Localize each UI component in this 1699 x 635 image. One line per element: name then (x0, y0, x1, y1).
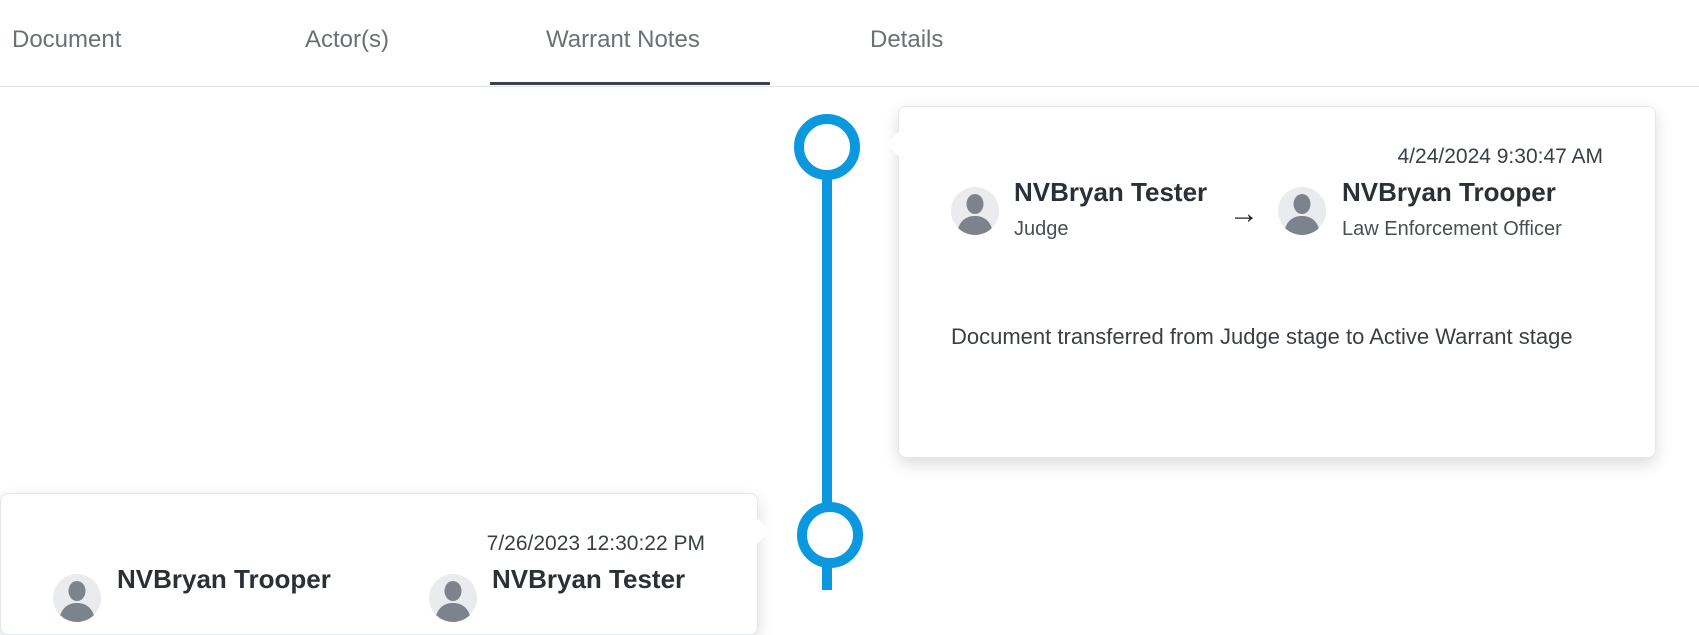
to-actor-name: NVBryan Trooper (1342, 177, 1556, 207)
note-timestamp: 4/24/2024 9:30:47 AM (1397, 145, 1604, 168)
to-actor-name: NVBryan Tester (492, 564, 686, 594)
user-avatar-icon (429, 574, 477, 622)
from-actor-name: NVBryan Trooper (117, 564, 331, 594)
tab-document[interactable]: Document (12, 26, 121, 54)
tab-bar: Document Actor(s) Warrant Notes Details (0, 0, 1699, 87)
arrow-right-icon: → (1229, 197, 1259, 230)
timeline-node (794, 114, 860, 180)
from-actor-name: NVBryan Tester (1014, 177, 1208, 207)
active-tab-indicator (490, 82, 770, 85)
warrant-note-card: 7/26/2023 12:30:22 PM NVBryan Trooper NV… (0, 493, 770, 635)
user-avatar-icon (53, 574, 101, 622)
to-actor-role: Law Enforcement Officer (1342, 218, 1562, 240)
note-timestamp: 7/26/2023 12:30:22 PM (486, 532, 705, 555)
card-pointer (744, 518, 770, 544)
tab-warrant-notes[interactable]: Warrant Notes (546, 26, 700, 54)
timeline-node (797, 502, 863, 568)
user-avatar-icon (1278, 187, 1326, 235)
tab-details[interactable]: Details (870, 26, 943, 54)
warrant-note-card: 4/24/2024 9:30:47 AM NVBryan Tester Judg… (886, 106, 1656, 458)
from-actor-role: Judge (1014, 218, 1069, 240)
card-pointer (886, 131, 912, 157)
user-avatar-icon (951, 187, 999, 235)
timeline-line (822, 165, 832, 535)
note-text: Document transferred from Judge stage to… (951, 324, 1573, 349)
tab-actors[interactable]: Actor(s) (305, 26, 389, 54)
